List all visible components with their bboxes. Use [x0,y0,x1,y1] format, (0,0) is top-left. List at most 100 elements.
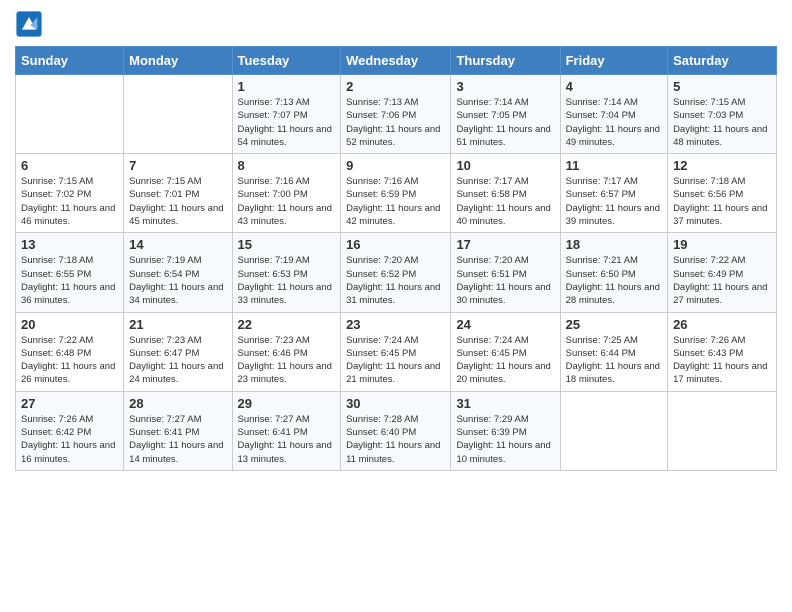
day-info: Sunrise: 7:23 AMSunset: 6:46 PMDaylight:… [238,334,336,387]
calendar-cell: 7 Sunrise: 7:15 AMSunset: 7:01 PMDaylight… [124,154,232,233]
day-info: Sunrise: 7:26 AMSunset: 6:43 PMDaylight:… [673,334,771,387]
calendar-week-row: 20 Sunrise: 7:22 AMSunset: 6:48 PMDayligh… [16,312,777,391]
day-info: Sunrise: 7:20 AMSunset: 6:51 PMDaylight:… [456,254,554,307]
logo [15,10,47,38]
day-info: Sunrise: 7:20 AMSunset: 6:52 PMDaylight:… [346,254,445,307]
day-number: 22 [238,317,336,332]
calendar-cell: 17 Sunrise: 7:20 AMSunset: 6:51 PMDayligh… [451,233,560,312]
calendar-cell: 6Sunrise: 7:15 AMSunset: 7:02 PMDaylight… [16,154,124,233]
calendar-cell [124,75,232,154]
day-info: Sunrise: 7:22 AMSunset: 6:48 PMDaylight:… [21,334,118,387]
calendar-cell: 22 Sunrise: 7:23 AMSunset: 6:46 PMDayligh… [232,312,341,391]
calendar-cell [16,75,124,154]
day-number: 3 [456,79,554,94]
day-number: 26 [673,317,771,332]
calendar-week-row: 1 Sunrise: 7:13 AMSunset: 7:07 PMDaylight… [16,75,777,154]
day-number: 17 [456,237,554,252]
day-number: 13 [21,237,118,252]
day-info: Sunrise: 7:19 AMSunset: 6:53 PMDaylight:… [238,254,336,307]
day-number: 10 [456,158,554,173]
day-header-monday: Monday [124,47,232,75]
day-number: 18 [566,237,662,252]
day-info: Sunrise: 7:14 AMSunset: 7:04 PMDaylight:… [566,96,662,149]
day-header-friday: Friday [560,47,667,75]
day-number: 20 [21,317,118,332]
day-info: Sunrise: 7:15 AMSunset: 7:02 PMDaylight:… [21,175,118,228]
day-info: Sunrise: 7:18 AMSunset: 6:56 PMDaylight:… [673,175,771,228]
calendar-cell: 26 Sunrise: 7:26 AMSunset: 6:43 PMDayligh… [668,312,777,391]
day-info: Sunrise: 7:27 AMSunset: 6:41 PMDaylight:… [129,413,226,466]
calendar-cell: 4 Sunrise: 7:14 AMSunset: 7:04 PMDaylight… [560,75,667,154]
day-info: Sunrise: 7:17 AMSunset: 6:57 PMDaylight:… [566,175,662,228]
day-number: 31 [456,396,554,411]
day-info: Sunrise: 7:28 AMSunset: 6:40 PMDaylight:… [346,413,445,466]
calendar-cell: 29Sunrise: 7:27 AMSunset: 6:41 PMDayligh… [232,391,341,470]
calendar-cell: 21 Sunrise: 7:23 AMSunset: 6:47 PMDayligh… [124,312,232,391]
calendar-cell: 23 Sunrise: 7:24 AMSunset: 6:45 PMDayligh… [341,312,451,391]
day-info: Sunrise: 7:15 AMSunset: 7:03 PMDaylight:… [673,96,771,149]
calendar-cell: 20 Sunrise: 7:22 AMSunset: 6:48 PMDayligh… [16,312,124,391]
calendar-week-row: 27 Sunrise: 7:26 AMSunset: 6:42 PMDayligh… [16,391,777,470]
day-info: Sunrise: 7:16 AMSunset: 6:59 PMDaylight:… [346,175,445,228]
day-number: 5 [673,79,771,94]
day-number: 11 [566,158,662,173]
day-header-wednesday: Wednesday [341,47,451,75]
calendar-cell: 24 Sunrise: 7:24 AMSunset: 6:45 PMDayligh… [451,312,560,391]
calendar-week-row: 13Sunrise: 7:18 AMSunset: 6:55 PMDayligh… [16,233,777,312]
day-header-tuesday: Tuesday [232,47,341,75]
calendar-cell: 11 Sunrise: 7:17 AMSunset: 6:57 PMDayligh… [560,154,667,233]
calendar-cell: 1 Sunrise: 7:13 AMSunset: 7:07 PMDaylight… [232,75,341,154]
day-header-sunday: Sunday [16,47,124,75]
day-info: Sunrise: 7:25 AMSunset: 6:44 PMDaylight:… [566,334,662,387]
calendar-cell: 12 Sunrise: 7:18 AMSunset: 6:56 PMDayligh… [668,154,777,233]
calendar-cell: 8Sunrise: 7:16 AMSunset: 7:00 PMDaylight… [232,154,341,233]
day-info: Sunrise: 7:13 AMSunset: 7:06 PMDaylight:… [346,96,445,149]
calendar-week-row: 6Sunrise: 7:15 AMSunset: 7:02 PMDaylight… [16,154,777,233]
day-info: Sunrise: 7:24 AMSunset: 6:45 PMDaylight:… [456,334,554,387]
calendar-cell [668,391,777,470]
day-info: Sunrise: 7:14 AMSunset: 7:05 PMDaylight:… [456,96,554,149]
day-number: 29 [238,396,336,411]
day-number: 15 [238,237,336,252]
calendar-cell: 2 Sunrise: 7:13 AMSunset: 7:06 PMDaylight… [341,75,451,154]
day-number: 25 [566,317,662,332]
day-info: Sunrise: 7:22 AMSunset: 6:49 PMDaylight:… [673,254,771,307]
calendar-cell: 10Sunrise: 7:17 AMSunset: 6:58 PMDayligh… [451,154,560,233]
day-number: 1 [238,79,336,94]
calendar-cell: 13Sunrise: 7:18 AMSunset: 6:55 PMDayligh… [16,233,124,312]
day-header-thursday: Thursday [451,47,560,75]
day-number: 30 [346,396,445,411]
day-number: 21 [129,317,226,332]
calendar-cell: 30 Sunrise: 7:28 AMSunset: 6:40 PMDayligh… [341,391,451,470]
page-header [15,10,777,38]
day-number: 7 [129,158,226,173]
day-number: 28 [129,396,226,411]
day-number: 12 [673,158,771,173]
calendar-cell: 18 Sunrise: 7:21 AMSunset: 6:50 PMDayligh… [560,233,667,312]
calendar-cell: 15 Sunrise: 7:19 AMSunset: 6:53 PMDayligh… [232,233,341,312]
calendar-cell: 19Sunrise: 7:22 AMSunset: 6:49 PMDayligh… [668,233,777,312]
day-number: 24 [456,317,554,332]
day-info: Sunrise: 7:21 AMSunset: 6:50 PMDaylight:… [566,254,662,307]
day-info: Sunrise: 7:15 AMSunset: 7:01 PMDaylight:… [129,175,226,228]
logo-icon [15,10,43,38]
calendar-cell: 3 Sunrise: 7:14 AMSunset: 7:05 PMDaylight… [451,75,560,154]
day-number: 2 [346,79,445,94]
day-info: Sunrise: 7:24 AMSunset: 6:45 PMDaylight:… [346,334,445,387]
calendar-cell: 28 Sunrise: 7:27 AMSunset: 6:41 PMDayligh… [124,391,232,470]
calendar-header-row: SundayMondayTuesdayWednesdayThursdayFrid… [16,47,777,75]
day-number: 16 [346,237,445,252]
calendar-table: SundayMondayTuesdayWednesdayThursdayFrid… [15,46,777,471]
calendar-cell: 14Sunrise: 7:19 AMSunset: 6:54 PMDayligh… [124,233,232,312]
day-info: Sunrise: 7:29 AMSunset: 6:39 PMDaylight:… [456,413,554,466]
day-header-saturday: Saturday [668,47,777,75]
day-number: 14 [129,237,226,252]
day-number: 23 [346,317,445,332]
day-info: Sunrise: 7:26 AMSunset: 6:42 PMDaylight:… [21,413,118,466]
day-info: Sunrise: 7:23 AMSunset: 6:47 PMDaylight:… [129,334,226,387]
day-number: 27 [21,396,118,411]
day-info: Sunrise: 7:13 AMSunset: 7:07 PMDaylight:… [238,96,336,149]
calendar-cell: 16 Sunrise: 7:20 AMSunset: 6:52 PMDayligh… [341,233,451,312]
day-number: 4 [566,79,662,94]
calendar-cell: 5 Sunrise: 7:15 AMSunset: 7:03 PMDaylight… [668,75,777,154]
